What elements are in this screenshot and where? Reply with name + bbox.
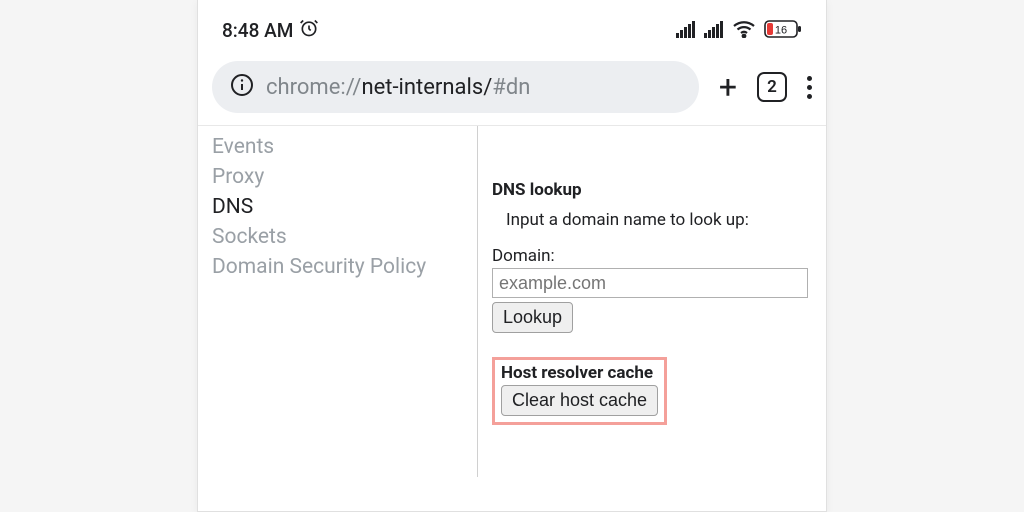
dns-lookup-desc: Input a domain name to look up: xyxy=(506,210,812,230)
signal-icon-2 xyxy=(704,20,724,42)
alarm-icon xyxy=(299,18,319,43)
domain-label: Domain: xyxy=(492,246,812,266)
signal-icon xyxy=(676,20,696,42)
sidebar-item-domain-security-policy[interactable]: Domain Security Policy xyxy=(198,252,477,282)
domain-input[interactable] xyxy=(492,268,808,298)
page-content: Events Proxy DNS Sockets Domain Security… xyxy=(198,126,826,477)
phone-frame: 8:48 AM xyxy=(197,0,827,512)
status-left: 8:48 AM xyxy=(222,18,319,43)
sidebar-item-dns[interactable]: DNS xyxy=(198,192,477,222)
url-text: chrome://net-internals/#dn xyxy=(266,75,530,100)
host-cache-title: Host resolver cache xyxy=(501,363,658,383)
status-bar: 8:48 AM xyxy=(198,0,826,55)
browser-toolbar: chrome://net-internals/#dn + 2 xyxy=(198,55,826,126)
dns-lookup-title: DNS lookup xyxy=(492,180,812,200)
sidebar: Events Proxy DNS Sockets Domain Security… xyxy=(198,126,478,477)
sidebar-item-sockets[interactable]: Sockets xyxy=(198,222,477,252)
sidebar-item-events[interactable]: Events xyxy=(198,132,477,162)
battery-percent: 16 xyxy=(775,24,787,36)
url-scheme: chrome:// xyxy=(266,75,361,100)
main-panel: DNS lookup Input a domain name to look u… xyxy=(478,126,826,477)
status-right: 16 xyxy=(676,19,802,43)
url-host: net-internals/ xyxy=(361,75,492,100)
url-bar[interactable]: chrome://net-internals/#dn xyxy=(212,61,699,113)
clear-host-cache-button[interactable]: Clear host cache xyxy=(501,385,658,416)
more-menu-button[interactable] xyxy=(807,76,812,99)
info-icon xyxy=(230,73,254,101)
host-cache-highlight: Host resolver cache Clear host cache xyxy=(492,357,667,425)
lookup-button[interactable]: Lookup xyxy=(492,302,573,333)
wifi-icon xyxy=(732,20,756,42)
clock-time: 8:48 AM xyxy=(222,19,293,42)
tab-switcher-button[interactable]: 2 xyxy=(757,72,787,102)
new-tab-button[interactable]: + xyxy=(719,68,737,106)
battery-icon: 16 xyxy=(764,19,802,43)
sidebar-item-proxy[interactable]: Proxy xyxy=(198,162,477,192)
url-fragment: #dn xyxy=(492,75,530,100)
